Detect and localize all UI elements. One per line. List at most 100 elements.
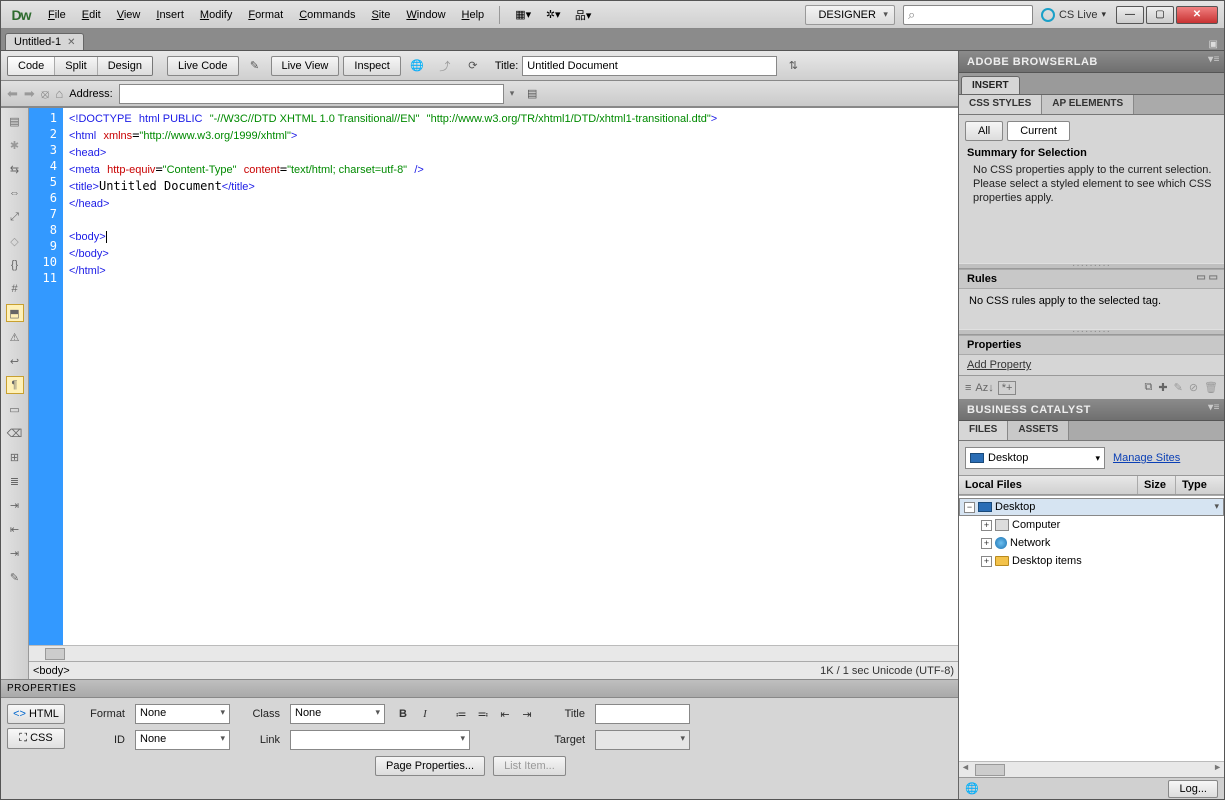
css-current-button[interactable]: Current <box>1007 121 1070 141</box>
workspace-switcher[interactable]: DESIGNER <box>805 5 894 25</box>
address-input[interactable] <box>119 84 504 104</box>
syntax-error-icon[interactable]: ⚠ <box>6 328 24 346</box>
browserlab-panel-header[interactable]: ADOBE BROWSERLAB▾≡ <box>959 51 1224 73</box>
tree-row[interactable]: +Desktop items <box>959 552 1224 570</box>
id-select[interactable]: None <box>135 730 230 750</box>
move-css-icon[interactable]: ⇥ <box>6 496 24 514</box>
layout-icon[interactable]: ▦▾ <box>510 5 536 25</box>
live-view-button[interactable]: Live View <box>271 56 340 76</box>
outdent-icon[interactable]: ⇥ <box>6 544 24 562</box>
show-list-icon[interactable]: Aᴢ↓ <box>975 382 993 394</box>
refresh-icon[interactable]: ⟳ <box>461 55 485 77</box>
page-properties-button[interactable]: Page Properties... <box>375 756 485 776</box>
hidden-chars-icon[interactable]: ¶ <box>6 376 24 394</box>
cslive-button[interactable]: CS Live▾ <box>1041 8 1106 22</box>
expand-icon[interactable]: + <box>981 556 992 567</box>
expand-icon[interactable]: + <box>981 538 992 549</box>
tree-row[interactable]: +Network <box>959 534 1224 552</box>
recent-snippets-icon[interactable]: ≣ <box>6 472 24 490</box>
show-set-icon[interactable]: *+ <box>998 381 1017 395</box>
menu-file[interactable]: File <box>41 6 73 24</box>
properties-css-button[interactable]: ⛶ CSS <box>7 728 65 749</box>
tabbar-overflow-icon[interactable]: ▣ <box>1209 39 1218 50</box>
balance-braces-icon[interactable]: {} <box>6 256 24 274</box>
wrap-tag-icon[interactable]: ⊞ <box>6 448 24 466</box>
word-wrap-icon[interactable]: ↩ <box>6 352 24 370</box>
remove-comment-icon[interactable]: ⌫ <box>6 424 24 442</box>
live-code-options-icon[interactable]: ✎ <box>243 55 267 77</box>
insert-tab[interactable]: INSERT <box>961 76 1020 94</box>
show-category-icon[interactable]: ≡ <box>965 382 971 394</box>
class-select[interactable]: None <box>290 704 385 724</box>
site-icon[interactable]: 品▾ <box>570 5 596 25</box>
live-code-button[interactable]: Live Code <box>167 56 239 76</box>
site-select[interactable]: Desktop <box>965 447 1105 469</box>
connect-icon[interactable]: 🌐 <box>965 782 979 795</box>
horizontal-scrollbar[interactable] <box>29 645 958 661</box>
indent-icon[interactable]: ⇤ <box>6 520 24 538</box>
ap-elements-tab[interactable]: AP ELEMENTS <box>1042 95 1134 114</box>
properties-header[interactable]: PROPERTIES <box>1 680 958 698</box>
close-button[interactable]: ✕ <box>1176 6 1218 24</box>
business-catalyst-header[interactable]: BUSINESS CATALYST▾≡ <box>959 399 1224 421</box>
extend-icon[interactable]: ✲▾ <box>540 5 566 25</box>
menu-site[interactable]: Site <box>364 6 397 24</box>
document-title-input[interactable] <box>522 56 777 76</box>
menu-commands[interactable]: Commands <box>292 6 362 24</box>
link-input[interactable] <box>290 730 470 750</box>
bold-icon[interactable]: B <box>395 708 411 720</box>
menu-format[interactable]: Format <box>241 6 290 24</box>
col-type[interactable]: Type <box>1176 476 1224 494</box>
italic-icon[interactable]: I <box>417 708 433 720</box>
indent-text-icon[interactable]: ⇥ <box>519 708 535 721</box>
menu-edit[interactable]: Edit <box>75 6 108 24</box>
log-button[interactable]: Log... <box>1168 780 1218 798</box>
collapse-icon[interactable]: ⇆ <box>6 160 24 178</box>
search-input[interactable] <box>903 5 1033 25</box>
close-tab-icon[interactable]: ✕ <box>67 37 75 48</box>
line-numbers-icon[interactable]: # <box>6 280 24 298</box>
col-size[interactable]: Size <box>1138 476 1176 494</box>
design-view-button[interactable]: Design <box>98 57 152 75</box>
tree-row[interactable]: −Desktop <box>959 498 1224 516</box>
add-property-link[interactable]: Add Property <box>967 359 1031 371</box>
code-editor[interactable]: <!DOCTYPE html PUBLIC "-//W3C//DTD XHTML… <box>63 108 958 645</box>
assets-tab[interactable]: ASSETS <box>1008 421 1069 440</box>
manage-sites-link[interactable]: Manage Sites <box>1113 452 1180 464</box>
menu-modify[interactable]: Modify <box>193 6 239 24</box>
address-options-icon[interactable]: ▤ <box>520 83 544 105</box>
new-rule-icon[interactable]: ✚ <box>1158 381 1167 394</box>
maximize-button[interactable]: ▢ <box>1146 6 1174 24</box>
code-view-button[interactable]: Code <box>8 57 55 75</box>
tree-row[interactable]: +Computer <box>959 516 1224 534</box>
ul-icon[interactable]: ≔ <box>453 708 469 721</box>
css-all-button[interactable]: All <box>965 121 1003 141</box>
open-documents-icon[interactable]: ▤ <box>6 112 24 130</box>
menu-view[interactable]: View <box>110 6 148 24</box>
browser-preview-icon[interactable]: 🌐 <box>405 55 429 77</box>
ol-icon[interactable]: ≕ <box>475 708 491 721</box>
tag-selector[interactable]: <body> <box>33 665 70 677</box>
files-tab[interactable]: FILES <box>959 421 1008 440</box>
col-local-files[interactable]: Local Files <box>959 476 1138 494</box>
files-tree[interactable]: −Desktop+Computer+Network+Desktop items <box>959 495 1224 761</box>
format-select[interactable]: None <box>135 704 230 724</box>
properties-html-button[interactable]: <> HTML <box>7 704 65 724</box>
apply-comment-icon[interactable]: ▭ <box>6 400 24 418</box>
files-horizontal-scrollbar[interactable] <box>959 761 1224 777</box>
format-source-icon[interactable]: ✎ <box>6 568 24 586</box>
document-tab[interactable]: Untitled-1 ✕ <box>5 33 84 50</box>
parent-tag-icon[interactable]: ⤢ <box>6 208 24 226</box>
title-attr-input[interactable] <box>595 704 690 724</box>
split-view-button[interactable]: Split <box>55 57 97 75</box>
inspect-button[interactable]: Inspect <box>343 56 400 76</box>
highlight-invalid-icon[interactable]: ⬒ <box>6 304 24 322</box>
css-styles-tab[interactable]: CSS STYLES <box>959 95 1042 114</box>
menu-window[interactable]: Window <box>399 6 452 24</box>
minimize-button[interactable]: — <box>1116 6 1144 24</box>
stop-icon[interactable]: ⦻ <box>41 86 50 102</box>
home-icon[interactable]: ⌂ <box>55 86 63 101</box>
expand-icon[interactable]: − <box>964 502 975 513</box>
file-management-icon[interactable]: ⇅ <box>781 55 805 77</box>
expand-icon[interactable]: + <box>981 520 992 531</box>
